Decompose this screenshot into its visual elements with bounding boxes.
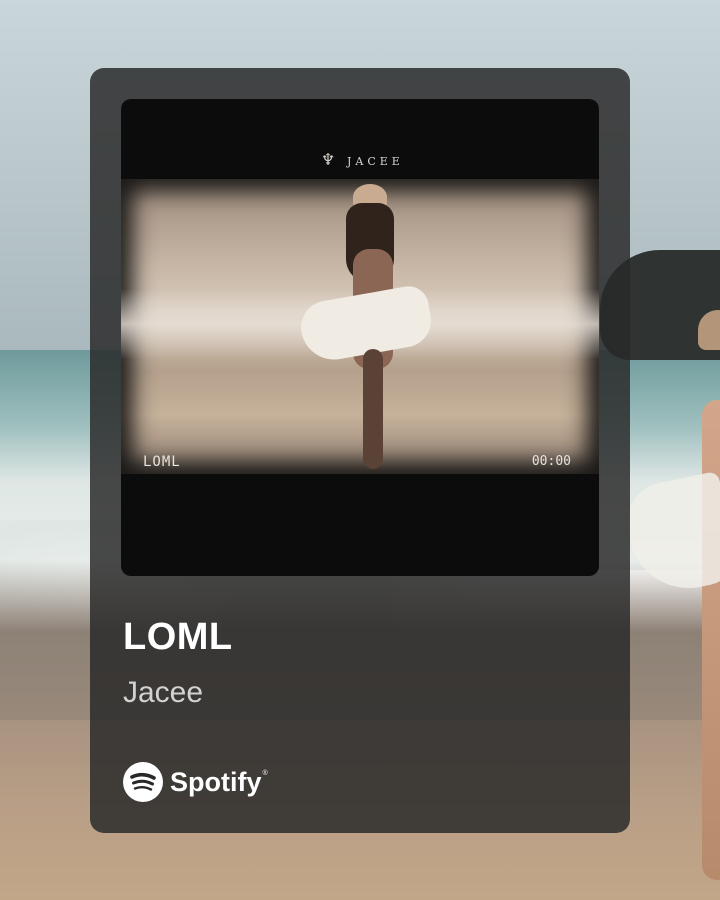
- spotify-brand[interactable]: Spotify ®: [123, 762, 268, 802]
- artwork-time-label: 00:00: [531, 454, 571, 469]
- artwork-figure-leg: [363, 349, 383, 469]
- artwork-photo: [121, 179, 599, 474]
- spotify-wordmark: Spotify: [170, 766, 262, 797]
- brand-logo-icon: ♆: [320, 150, 336, 169]
- album-artwork[interactable]: ♆ JACEE LOML 00:00: [121, 99, 599, 576]
- music-share-card[interactable]: ♆ JACEE LOML 00:00 LOML Jacee Spotify ®: [90, 68, 630, 833]
- trademark-symbol: ®: [262, 770, 268, 777]
- artist-name: Jacee: [123, 676, 204, 709]
- track-title: LOML: [123, 616, 233, 658]
- person-hat: [698, 310, 720, 350]
- artwork-track-label: LOML: [143, 454, 181, 470]
- person-figure: [619, 310, 720, 900]
- spotify-icon: [123, 762, 163, 802]
- artwork-brand: JACEE: [347, 155, 404, 168]
